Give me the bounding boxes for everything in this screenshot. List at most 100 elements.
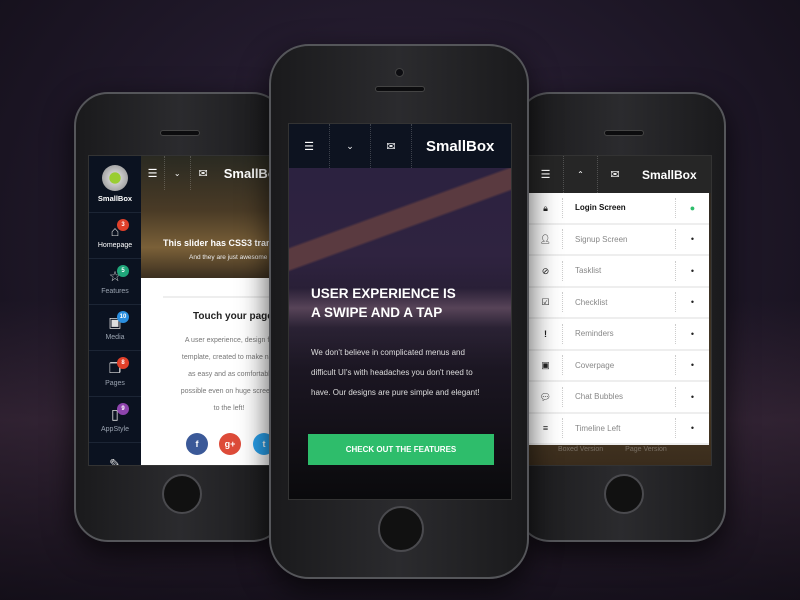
dot-icon: •: [675, 260, 709, 281]
slider[interactable]: ☰ ⌄ ✉ SmallBox This slider has CSS3 tran…: [141, 156, 283, 278]
logo-label: SmallBox: [97, 194, 133, 203]
body-line: template, created to make nav: [181, 354, 277, 361]
content-heading: Touch your page: [193, 311, 273, 322]
sidebar-item-features[interactable]: ☆ 5 Features: [89, 259, 141, 305]
menu-button[interactable]: ☰: [141, 156, 166, 190]
power-logo-icon: [102, 165, 128, 191]
hamburger-icon: ☰: [304, 140, 314, 153]
mail-button[interactable]: ✉: [598, 156, 632, 193]
menu-item-checklist[interactable]: ☑ Checklist •: [529, 287, 709, 319]
chat-icon: 💬︎: [529, 386, 563, 407]
body-line: as easy and as comfortabl: [188, 371, 270, 378]
badge: 10: [117, 311, 129, 323]
dot-icon: •: [675, 229, 709, 250]
menu-button[interactable]: ☰: [289, 124, 330, 168]
dot-icon: •: [675, 386, 709, 407]
menu-item-reminders[interactable]: ! Reminders •: [529, 319, 709, 351]
body-line: to the left!: [213, 405, 245, 412]
hamburger-icon: ☰: [147, 167, 158, 180]
menu-label: Reminders: [575, 329, 614, 339]
menu-item-coverpage[interactable]: ▣ Coverpage •: [529, 350, 709, 382]
right-phone: ☰ ⌃ ✉ SmallBox 🔒︎ Login Screen ● 👤︎ Signup …: [516, 92, 726, 542]
dropdown-button[interactable]: ⌄: [330, 124, 371, 168]
speaker: [604, 130, 644, 136]
list-icon: ≡: [529, 418, 563, 439]
check-features-button[interactable]: CHECK OUT THE FEATURES: [308, 434, 494, 465]
body-line: possible even on huge screens: [180, 388, 278, 395]
chevron-down-icon: ⌄: [346, 140, 354, 151]
home-button[interactable]: [162, 474, 202, 514]
sidebar: SmallBox ⌂ 3 Homepage ☆ 5 Features ▣ 10 Media …: [89, 156, 141, 465]
body-line: A user experience, design fo: [184, 337, 274, 344]
envelope-icon: ✉: [610, 169, 620, 181]
menu-label: Chat Bubbles: [575, 392, 624, 402]
menu-item-timeline-left[interactable]: ≡ Timeline Left •: [529, 413, 709, 445]
google-plus-button[interactable]: g+: [219, 433, 241, 455]
dot-icon: •: [675, 292, 709, 313]
home-button[interactable]: [378, 506, 424, 552]
sidebar-label: Homepage: [97, 241, 133, 249]
dot-icon: •: [675, 418, 709, 439]
hero-body: We don't believe in complicated menus an…: [311, 343, 480, 403]
sidebar-item-media[interactable]: ▣ 10 Media: [89, 305, 141, 351]
hero-body-line: We don't believe in complicated menus an…: [311, 348, 465, 357]
right-screen: ☰ ⌃ ✉ SmallBox 🔒︎ Login Screen ● 👤︎ Signup …: [527, 155, 712, 466]
footer-bar: Boxed Version Page Version: [528, 446, 711, 458]
sidebar-item-pages[interactable]: ❐ 8 Pages: [89, 351, 141, 397]
menu-button[interactable]: ☰: [528, 156, 564, 193]
brand-title: SmallBox: [426, 137, 495, 155]
mail-button[interactable]: ✉: [191, 156, 216, 190]
sidebar-label: AppStyle: [100, 426, 130, 433]
sidebar-label: Media: [105, 334, 125, 341]
envelope-icon: ✉: [386, 140, 396, 153]
home-button[interactable]: [604, 474, 644, 514]
badge: 9: [117, 403, 129, 415]
menu-item-tasklist[interactable]: ⊘ Tasklist •: [529, 256, 709, 288]
slider-title: This slider has CSS3 tran: [163, 238, 272, 248]
menu-list: 🔒︎ Login Screen ● 👤︎ Signup Screen • ⊘ Taskli…: [529, 193, 709, 445]
active-dot-icon: ●: [675, 197, 709, 218]
center-screen: ☰ ⌄ ✉ SmallBox USER EXPERIENCE IS A SWIP…: [288, 123, 512, 500]
dropdown-button[interactable]: ⌄: [165, 156, 191, 190]
menu-label: Tasklist: [575, 266, 602, 276]
menu-item-chat-bubbles[interactable]: 💬︎ Chat Bubbles •: [529, 382, 709, 414]
image-icon: ▣: [529, 355, 563, 376]
center-phone: ☰ ⌄ ✉ SmallBox USER EXPERIENCE IS A SWIP…: [269, 44, 529, 579]
bridge-image: [289, 168, 511, 368]
pencil-icon: ✎: [109, 455, 121, 466]
lock-icon: 🔒︎: [529, 197, 563, 218]
sidebar-item-appstyle[interactable]: ▯ 9 AppStyle: [89, 397, 141, 443]
left-phone: ☰ ⌄ ✉ SmallBox This slider has CSS3 tran…: [74, 92, 286, 542]
badge: 8: [117, 357, 129, 369]
sidebar-logo[interactable]: SmallBox: [89, 156, 141, 213]
hero-title-line: A SWIPE AND A TAP: [311, 305, 443, 320]
slider-subtitle: And they are just awesome: [189, 254, 268, 261]
speaker: [375, 86, 425, 92]
hero-body-line: have. Our designs are pure simple and el…: [311, 388, 480, 397]
brand-title: SmallBox: [642, 167, 697, 182]
sidebar-item-homepage[interactable]: ⌂ 3 Homepage: [89, 213, 141, 259]
user-icon: 👤︎: [529, 229, 563, 250]
chevron-up-icon: ⌃: [577, 170, 584, 179]
hero-title: USER EXPERIENCE IS A SWIPE AND A TAP: [311, 284, 456, 322]
dot-icon: •: [675, 323, 709, 344]
chevron-down-icon: ⌄: [173, 168, 181, 178]
facebook-button[interactable]: f: [186, 433, 208, 455]
menu-label: Login Screen: [575, 203, 626, 213]
camera: [395, 68, 404, 77]
menu-item-login-screen[interactable]: 🔒︎ Login Screen ●: [529, 193, 709, 225]
menu-label: Coverpage: [575, 360, 615, 370]
menu-item-signup-screen[interactable]: 👤︎ Signup Screen •: [529, 224, 709, 256]
hamburger-icon: ☰: [540, 169, 551, 181]
badge: 5: [117, 265, 129, 277]
sidebar-item-edit[interactable]: ✎: [89, 443, 141, 466]
page-version-link[interactable]: Page Version: [625, 446, 667, 458]
collapse-button[interactable]: ⌃: [564, 156, 598, 193]
checkbox-icon: ☑: [529, 292, 563, 313]
divider: [163, 296, 283, 298]
menu-label: Checklist: [575, 297, 608, 307]
sidebar-label: Features: [101, 288, 129, 295]
content-body: A user experience, design fo template, c…: [149, 332, 283, 417]
mail-button[interactable]: ✉: [371, 124, 412, 168]
boxed-version-link[interactable]: Boxed Version: [558, 446, 603, 458]
